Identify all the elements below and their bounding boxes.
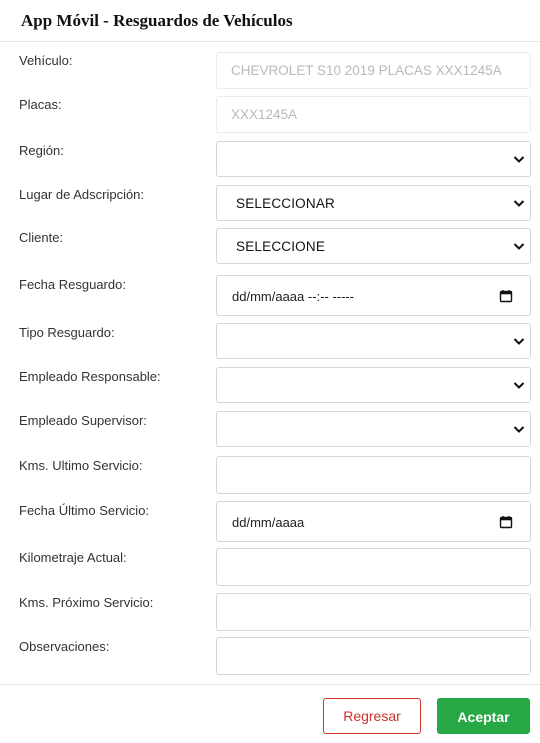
cliente-select[interactable]: SELECCIONE — [216, 228, 531, 264]
region-label: Región: — [19, 143, 64, 158]
tipo-resguardo-select[interactable] — [216, 323, 531, 359]
lugar-select[interactable]: SELECCIONAR — [216, 185, 531, 221]
empleado-supervisor-select[interactable] — [216, 411, 531, 447]
fecha-resguardo-input[interactable]: dd/mm/aaaa --:-- ----- — [216, 275, 531, 316]
lugar-label: Lugar de Adscripción: — [19, 187, 145, 202]
empleado-responsable-label: Empleado Responsable: — [19, 369, 161, 384]
chevron-down-icon — [513, 243, 525, 250]
fecha-resguardo-placeholder: dd/mm/aaaa --:-- ----- — [232, 289, 355, 304]
observaciones-input[interactable] — [216, 637, 531, 675]
chevron-down-icon — [513, 200, 525, 207]
kms-proximo-label: Kms. Próximo Servicio: — [19, 595, 154, 610]
chevron-down-icon — [513, 382, 525, 389]
aceptar-button[interactable]: Aceptar — [437, 698, 530, 734]
vehiculo-value: CHEVROLET S10 2019 PLACAS XXX1245A — [231, 63, 502, 78]
chevron-down-icon — [513, 338, 525, 345]
fecha-ultimo-label: Fecha Último Servicio: — [19, 503, 150, 518]
page-title: App Móvil - Resguardos de Vehículos — [21, 11, 293, 30]
kilometraje-actual-label: Kilometraje Actual: — [19, 550, 127, 565]
chevron-down-icon — [513, 426, 525, 433]
calendar-icon[interactable] — [499, 289, 513, 303]
chevron-down-icon — [513, 156, 525, 163]
empleado-responsable-select[interactable] — [216, 367, 531, 403]
app-header: App Móvil - Resguardos de Vehículos — [0, 0, 540, 42]
kms-ultimo-label: Kms. Ultimo Servicio: — [19, 458, 143, 473]
kilometraje-actual-input[interactable] — [216, 548, 531, 586]
regresar-button[interactable]: Regresar — [323, 698, 421, 734]
kms-ultimo-input[interactable] — [216, 456, 531, 494]
placas-label: Placas: — [19, 97, 62, 112]
lugar-value: SELECCIONAR — [236, 196, 335, 211]
cliente-label: Cliente: — [19, 230, 64, 245]
fecha-resguardo-label: Fecha Resguardo: — [19, 277, 126, 292]
region-select[interactable] — [216, 141, 531, 177]
placas-field: XXX1245A — [216, 96, 531, 133]
kms-proximo-input[interactable] — [216, 593, 531, 631]
observaciones-label: Observaciones: — [19, 639, 110, 654]
fecha-ultimo-input[interactable]: dd/mm/aaaa — [216, 501, 531, 542]
vehiculo-label: Vehículo: — [19, 53, 73, 68]
calendar-icon[interactable] — [499, 515, 513, 529]
tipo-resguardo-label: Tipo Resguardo: — [19, 325, 115, 340]
empleado-supervisor-label: Empleado Supervisor: — [19, 413, 147, 428]
cliente-value: SELECCIONE — [236, 239, 326, 254]
fecha-ultimo-placeholder: dd/mm/aaaa — [232, 515, 305, 530]
vehiculo-field: CHEVROLET S10 2019 PLACAS XXX1245A — [216, 52, 531, 89]
placas-value: XXX1245A — [231, 107, 298, 122]
